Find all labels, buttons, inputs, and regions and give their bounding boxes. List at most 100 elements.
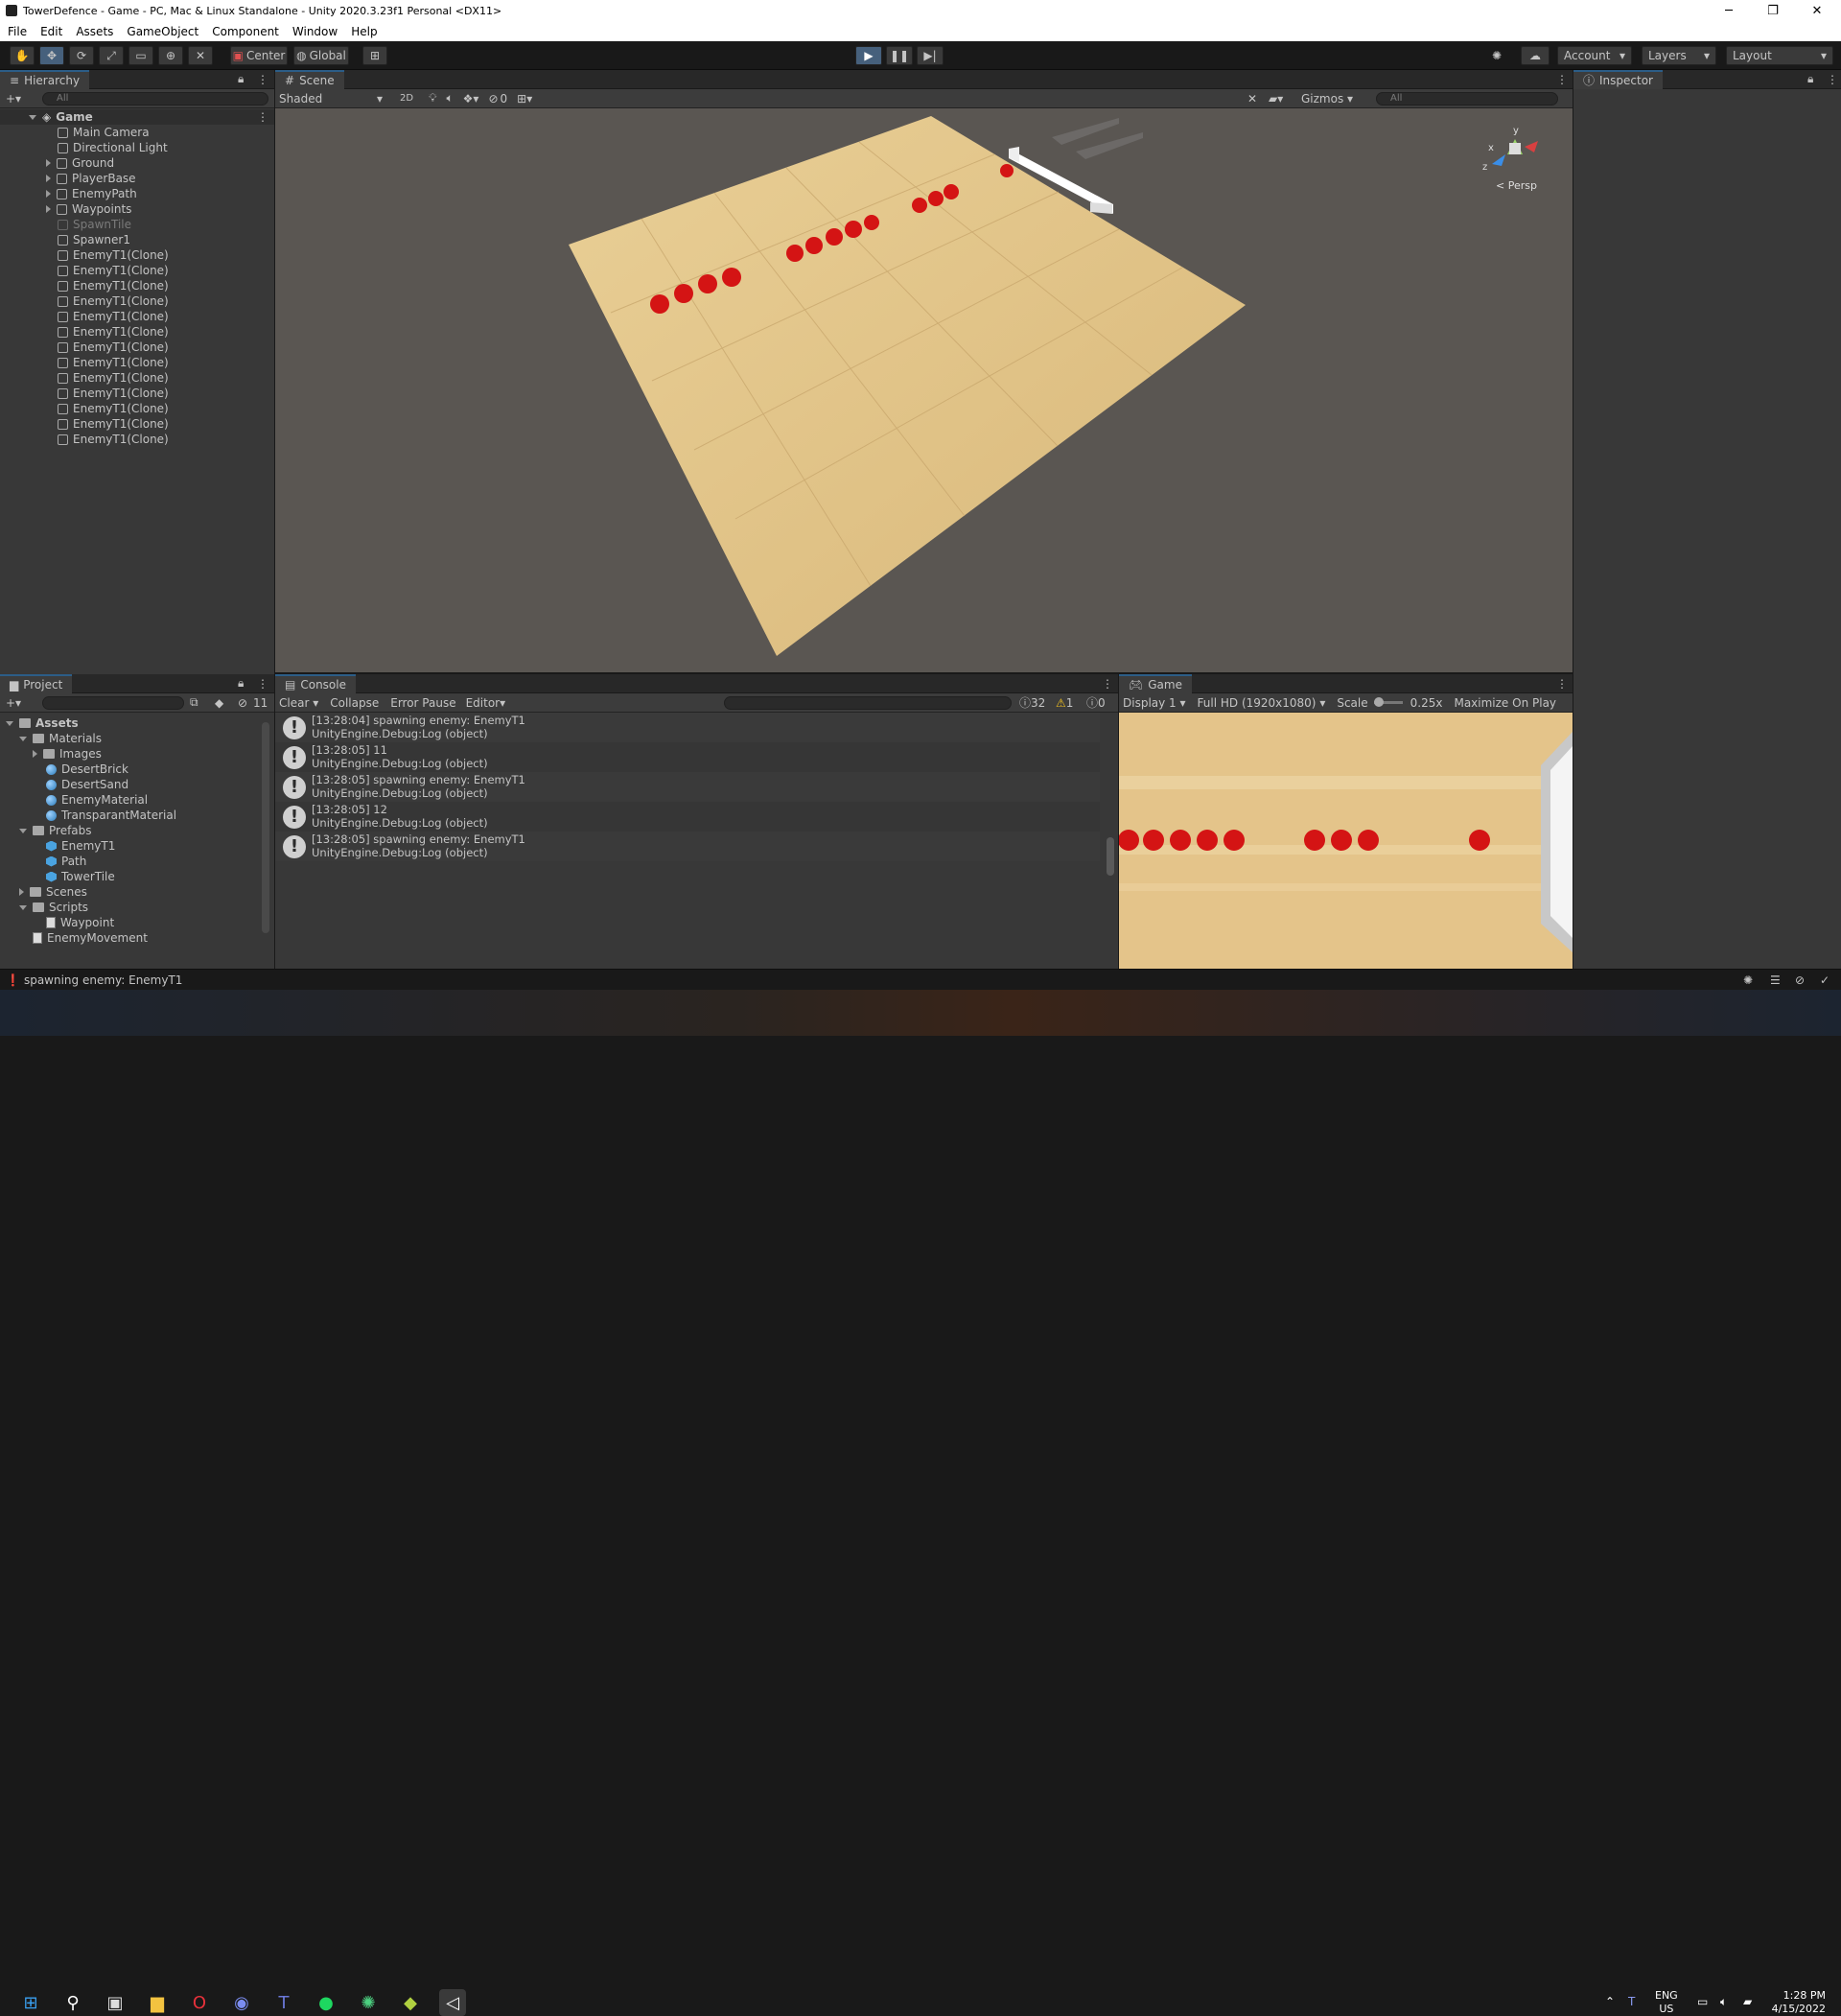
- enemy-sphere[interactable]: [1197, 830, 1218, 851]
- effects-toggle-icon[interactable]: ❖▾: [463, 92, 479, 105]
- tab-inspector[interactable]: ⓘ Inspector: [1573, 69, 1663, 89]
- hierarchy-item[interactable]: EnemyT1(Clone): [0, 293, 169, 309]
- scale-slider-handle[interactable]: [1373, 697, 1384, 707]
- enemy-sphere[interactable]: [805, 237, 823, 254]
- hierarchy-item[interactable]: Waypoints: [0, 201, 131, 217]
- chevron-down-icon[interactable]: [19, 904, 27, 910]
- hierarchy-item[interactable]: EnemyT1(Clone): [0, 324, 169, 340]
- project-item[interactable]: DesertBrick: [33, 762, 128, 777]
- hierarchy-item[interactable]: EnemyT1(Clone): [0, 263, 169, 278]
- bug-icon[interactable]: ✺: [1743, 973, 1753, 987]
- gizmos-dropdown[interactable]: Gizmos ▾: [1301, 92, 1353, 105]
- project-item[interactable]: TowerTile: [33, 869, 115, 884]
- chevron-right-icon[interactable]: [46, 205, 51, 213]
- lock-icon[interactable]: 🔒︎: [238, 72, 244, 86]
- teams-icon[interactable]: T: [270, 1989, 297, 2016]
- hidden-packages-icon[interactable]: ⊘: [238, 696, 247, 710]
- global-space-button[interactable]: ◍ Global: [293, 46, 349, 65]
- enemy-sphere[interactable]: [698, 274, 717, 293]
- progress-icon[interactable]: ☰: [1770, 973, 1781, 987]
- chevron-up-icon[interactable]: ⌃: [1605, 1995, 1615, 2008]
- more-menu-icon[interactable]: ⋮: [1102, 677, 1113, 691]
- restore-button[interactable]: ❐: [1751, 0, 1795, 21]
- enemy-sphere[interactable]: [1304, 830, 1325, 851]
- tab-console[interactable]: ▤ Console: [275, 673, 356, 693]
- lighting-toggle-icon[interactable]: 💡︎: [429, 91, 436, 105]
- more-menu-icon[interactable]: ⋮: [257, 110, 268, 124]
- discord-icon[interactable]: ◉: [228, 1989, 255, 2016]
- transform-tool-button[interactable]: ⊕: [158, 46, 183, 65]
- hierarchy-item[interactable]: EnemyPath: [0, 186, 137, 201]
- hierarchy-item[interactable]: PlayerBase: [0, 171, 136, 186]
- hierarchy-item[interactable]: SpawnTile: [0, 217, 131, 232]
- project-item[interactable]: Prefabs: [19, 823, 92, 838]
- pivot-center-button[interactable]: ▣ Center: [230, 46, 288, 65]
- project-item[interactable]: EnemyMovement: [19, 930, 148, 946]
- enemy-sphere[interactable]: [1331, 830, 1352, 851]
- enemy-sphere[interactable]: [826, 228, 843, 246]
- menu-gameobject[interactable]: GameObject: [127, 25, 198, 38]
- project-item[interactable]: Scripts: [19, 900, 88, 915]
- hierarchy-item[interactable]: EnemyT1(Clone): [0, 278, 169, 293]
- settings-icon[interactable]: ✓: [1820, 973, 1829, 987]
- assets-root-row[interactable]: Assets: [6, 715, 79, 731]
- teams-tray-icon[interactable]: T: [1628, 1995, 1635, 2008]
- enemy-sphere[interactable]: [944, 184, 959, 199]
- tab-scene[interactable]: # Scene: [275, 69, 344, 89]
- warning-filter-button[interactable]: ⚠1: [1056, 696, 1073, 710]
- console-log-entry[interactable]: ! [13:28:05] 12 UnityEngine.Debug:Log (obj…: [275, 802, 1100, 832]
- scene-orientation-gizmo[interactable]: y x z < Persp: [1482, 126, 1538, 192]
- account-dropdown[interactable]: Account ▾: [1557, 46, 1632, 65]
- scene-viewport[interactable]: y x z < Persp: [275, 108, 1573, 672]
- app-icon[interactable]: ✺: [355, 1989, 382, 2016]
- console-search-input[interactable]: [724, 696, 1012, 710]
- shading-dropdown[interactable]: Shaded ▾: [275, 92, 388, 105]
- collapse-button[interactable]: Collapse: [330, 696, 379, 710]
- pause-button[interactable]: ❚❚: [886, 46, 913, 65]
- hierarchy-item[interactable]: EnemyT1(Clone): [0, 355, 169, 370]
- menu-assets[interactable]: Assets: [76, 25, 113, 38]
- enemy-sphere[interactable]: [912, 198, 927, 213]
- rect-tool-button[interactable]: ▭: [128, 46, 153, 65]
- menu-component[interactable]: Component: [212, 25, 279, 38]
- layers-dropdown[interactable]: Layers ▾: [1642, 46, 1716, 65]
- console-log-entry[interactable]: ! [13:28:05] spawning enemy: EnemyT1 Unity…: [275, 832, 1100, 861]
- project-item[interactable]: Waypoint: [33, 915, 114, 930]
- grid-toggle-icon[interactable]: ⊞▾: [517, 92, 532, 105]
- hierarchy-search-input[interactable]: All: [42, 92, 268, 105]
- enemy-sphere[interactable]: [1223, 830, 1245, 851]
- scene-root-row[interactable]: ◈ Game ⋮: [0, 109, 274, 125]
- project-item[interactable]: Scenes: [19, 884, 87, 900]
- audio-toggle-icon[interactable]: 🔈︎: [446, 91, 453, 105]
- tab-project[interactable]: ▆ Project: [0, 673, 73, 693]
- console-scrollbar[interactable]: [1107, 837, 1114, 876]
- scene-view[interactable]: y x z < Persp: [275, 108, 1573, 672]
- windows-start-icon[interactable]: ⊞: [17, 1989, 44, 2016]
- lock-icon[interactable]: 🔒︎: [1807, 72, 1813, 86]
- spotify-icon[interactable]: ●: [313, 1989, 339, 2016]
- persp-label[interactable]: < Persp: [1496, 179, 1537, 192]
- console-log-entry[interactable]: ! [13:28:05] 11 UnityEngine.Debug:Log (obj…: [275, 742, 1100, 772]
- lock-icon[interactable]: 🔒︎: [238, 676, 244, 691]
- enemy-sphere[interactable]: [928, 191, 944, 206]
- game-view[interactable]: [1119, 713, 1573, 969]
- resolution-dropdown[interactable]: Full HD (1920x1080) ▾: [1198, 696, 1326, 710]
- hidden-objects-icon[interactable]: ⊘: [488, 92, 498, 105]
- add-object-button[interactable]: +▾: [6, 92, 21, 105]
- hand-tool-button[interactable]: ✋: [10, 46, 35, 65]
- game-viewport[interactable]: [1119, 713, 1573, 969]
- chevron-right-icon[interactable]: [33, 750, 37, 758]
- ground-plane[interactable]: [569, 116, 1246, 656]
- display-icon[interactable]: ▭: [1697, 1995, 1708, 2008]
- minimize-button[interactable]: ─: [1707, 0, 1751, 21]
- project-scrollbar[interactable]: [262, 722, 269, 933]
- chevron-right-icon[interactable]: [19, 888, 24, 896]
- enemy-sphere[interactable]: [650, 294, 669, 314]
- chevron-down-icon[interactable]: [6, 720, 13, 726]
- chevron-down-icon[interactable]: [19, 736, 27, 741]
- console-log-entry[interactable]: ! [13:28:04] spawning enemy: EnemyT1 Unity…: [275, 713, 1100, 742]
- project-item[interactable]: Materials: [19, 731, 102, 746]
- camera-dropdown-icon[interactable]: ▰▾: [1269, 92, 1283, 105]
- hierarchy-item[interactable]: EnemyT1(Clone): [0, 309, 169, 324]
- project-item[interactable]: Path: [33, 854, 86, 869]
